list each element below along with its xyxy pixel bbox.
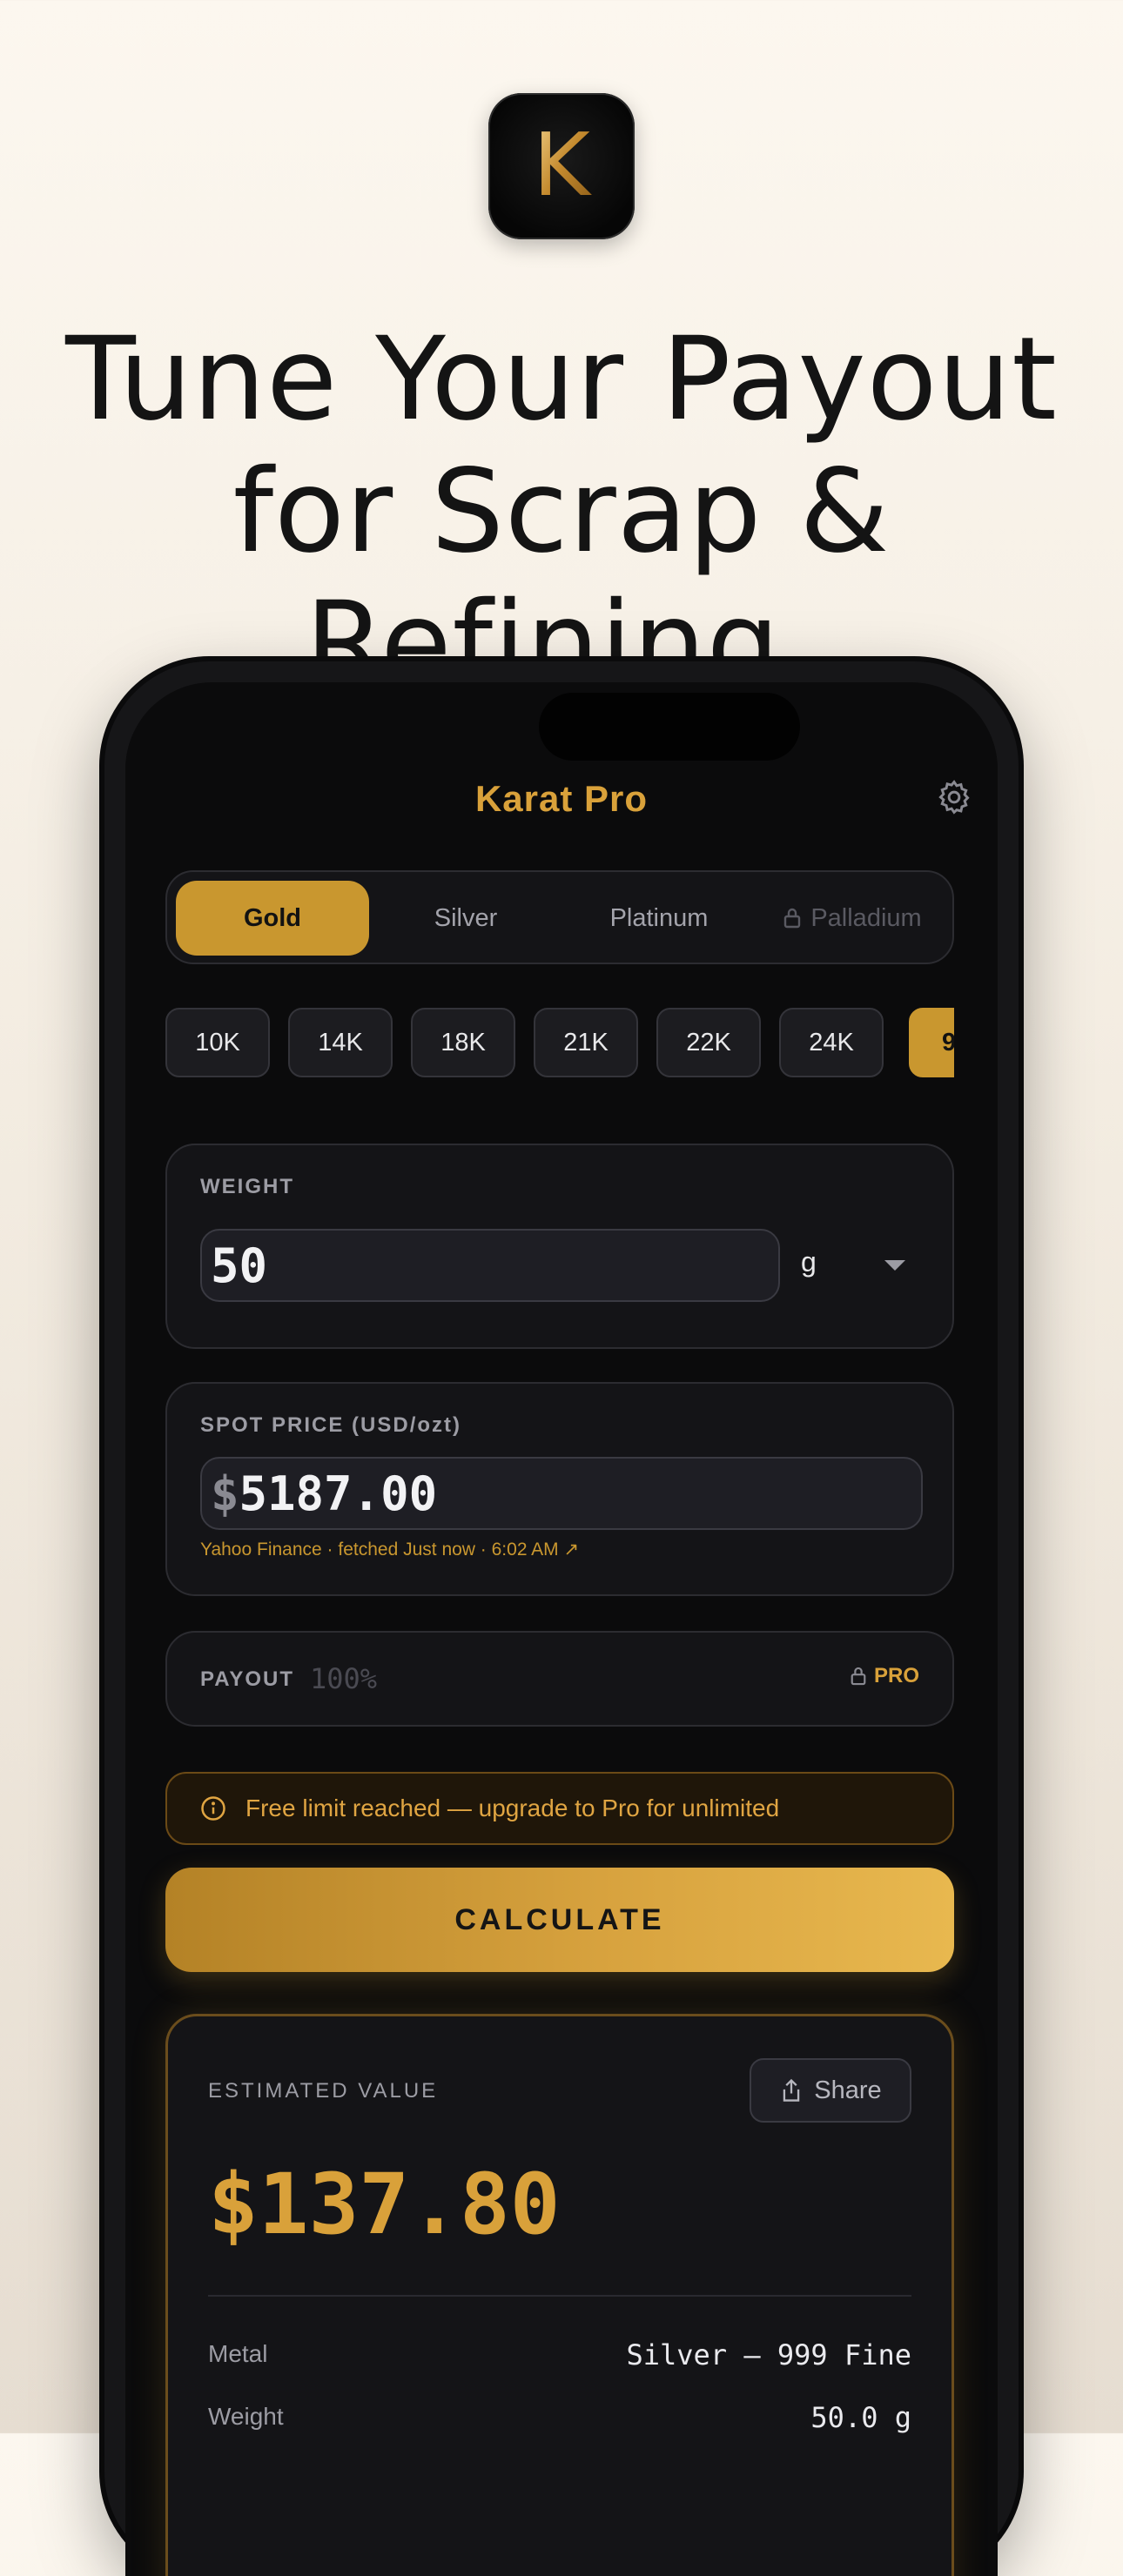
lock-icon (851, 1667, 866, 1686)
payout-label: PAYOUT (200, 1667, 295, 1691)
karat-chips: 10K 14K 18K 21K 22K 24K 999 (165, 1008, 954, 1081)
weight-input[interactable]: 50 (200, 1229, 780, 1302)
info-icon (201, 1796, 225, 1821)
gear-icon (938, 780, 970, 815)
tab-silver[interactable]: Silver (369, 881, 562, 956)
weight-card: WEIGHT 50 g (165, 1144, 954, 1349)
spot-price-label: SPOT PRICE (USD/ozt) (200, 1413, 462, 1437)
estimated-value: $137.80 (208, 2156, 561, 2253)
spot-price-card: SPOT PRICE (USD/ozt) $ 5187.00 Yahoo Fin… (165, 1382, 954, 1596)
result-card: ESTIMATED VALUE Share $137.80 Metal Silv… (165, 2014, 954, 2576)
spot-price-input[interactable]: $ 5187.00 (200, 1457, 923, 1530)
pro-badge[interactable]: PRO (850, 1664, 919, 1688)
chip-22k[interactable]: 22K (656, 1008, 761, 1077)
chip-21k[interactable]: 21K (534, 1008, 638, 1077)
limit-banner[interactable]: Free limit reached — upgrade to Pro for … (165, 1772, 954, 1845)
estimated-value-label: ESTIMATED VALUE (208, 2079, 439, 2103)
payout-input[interactable]: 100% (310, 1662, 377, 1695)
chip-24k[interactable]: 24K (779, 1008, 884, 1077)
limit-message: Free limit reached — upgrade to Pro for … (245, 1794, 780, 1821)
chevron-down-icon[interactable] (883, 1258, 907, 1272)
divider (208, 2295, 911, 2297)
price-source-link[interactable]: Yahoo Finance · fetched Just now · 6:02 … (200, 1539, 579, 1560)
lock-icon (784, 908, 801, 929)
dynamic-island (539, 693, 800, 761)
app-title: Karat Pro (474, 778, 649, 819)
tab-platinum[interactable]: Platinum (562, 881, 756, 956)
metal-selector: Gold Silver Platinum Palladium (165, 870, 954, 964)
phone-frame: Karat Pro Gold Silver Platinum Palladium… (104, 661, 1019, 2576)
share-icon (783, 2078, 800, 2102)
calculate-button[interactable]: CALCULATE (165, 1868, 954, 1972)
app-logo: K (488, 93, 635, 239)
weight-row-value: 50.0 g (810, 2401, 911, 2434)
metal-row-label: Metal (208, 2340, 268, 2367)
tab-gold[interactable]: Gold (176, 881, 369, 956)
chip-999[interactable]: 999 (909, 1008, 954, 1077)
currency-symbol: $ (211, 1466, 239, 1521)
chip-14k[interactable]: 14K (288, 1008, 393, 1077)
k-logo-icon: K (533, 118, 592, 214)
headline-line-1: Tune Your Payout (65, 312, 1058, 446)
svg-text:K: K (533, 118, 592, 214)
share-button[interactable]: Share (750, 2058, 911, 2123)
chip-10k[interactable]: 10K (165, 1008, 270, 1077)
tab-palladium[interactable]: Palladium (756, 881, 949, 956)
payout-card: PAYOUT 100% PRO (165, 1631, 954, 1727)
weight-label: WEIGHT (200, 1175, 294, 1198)
weight-row-label: Weight (208, 2403, 284, 2430)
app-screen: Karat Pro Gold Silver Platinum Palladium… (125, 682, 998, 2576)
unit-select[interactable]: g (801, 1246, 817, 1278)
chip-18k[interactable]: 18K (411, 1008, 515, 1077)
settings-button[interactable] (926, 769, 982, 825)
marketing-headline: Tune Your Payout for Scrap & Refining. (0, 313, 1123, 710)
metal-row-value: Silver — 999 Fine (626, 2338, 911, 2371)
